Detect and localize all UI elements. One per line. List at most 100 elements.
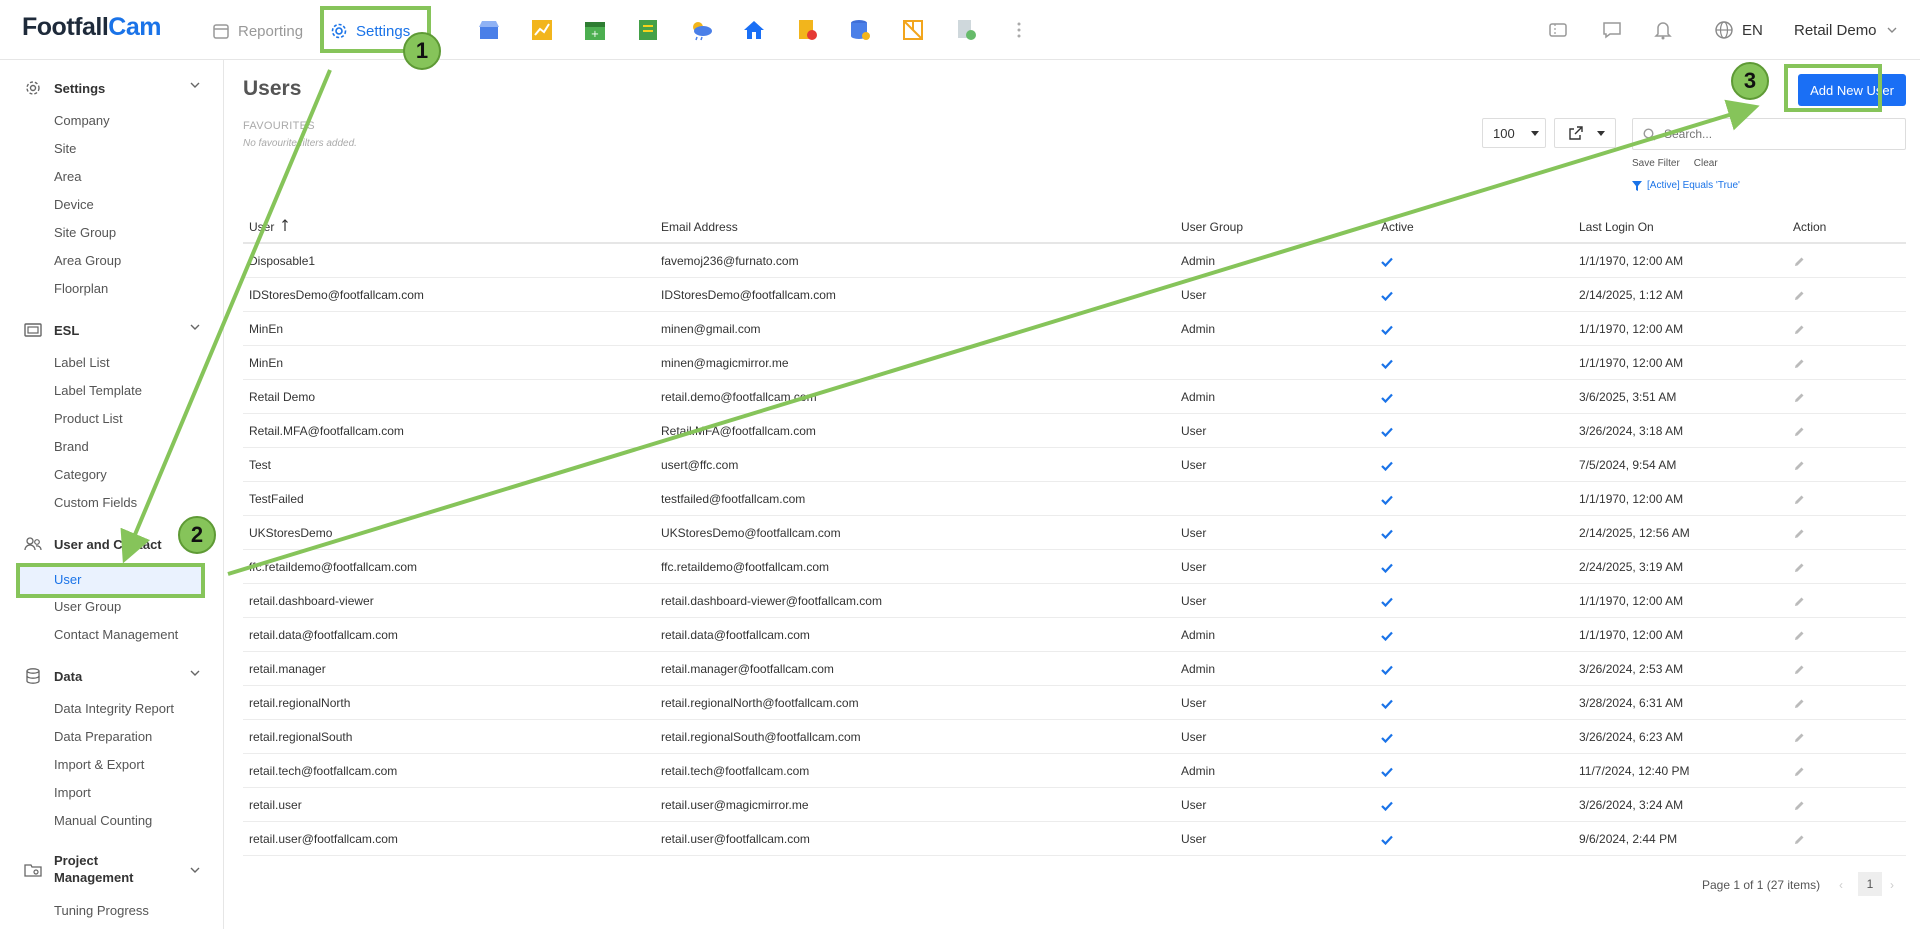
- edit-pencil-icon[interactable]: [1793, 584, 1805, 618]
- previous-page-icon[interactable]: ‹: [1839, 878, 1843, 892]
- sidebar-section-data[interactable]: Data: [24, 664, 200, 688]
- database-icon[interactable]: [845, 16, 875, 44]
- table-row[interactable]: IDStoresDemo@footfallcam.com IDStoresDemo…: [243, 278, 1906, 312]
- table-row[interactable]: retail.tech@footfallcam.com retail.tech@f…: [243, 754, 1906, 788]
- sidebar-section-esl[interactable]: ESL: [24, 318, 200, 342]
- edit-pencil-icon[interactable]: [1793, 448, 1805, 482]
- sidebar-section-user-and-contact[interactable]: User and Contact: [24, 532, 200, 556]
- edit-pencil-icon[interactable]: [1793, 686, 1805, 720]
- edit-pencil-icon[interactable]: [1793, 788, 1805, 822]
- sidebar-section-settings[interactable]: Settings: [24, 76, 200, 100]
- tab-settings[interactable]: Settings: [330, 18, 410, 44]
- sidebar-item-import[interactable]: Import: [54, 784, 91, 802]
- table-row[interactable]: retail.user@footfallcam.com retail.user@f…: [243, 822, 1906, 856]
- sidebar-item-company[interactable]: Company: [54, 112, 110, 130]
- edit-pencil-icon[interactable]: [1793, 652, 1805, 686]
- export-doc-icon[interactable]: [951, 16, 981, 44]
- edit-pencil-icon[interactable]: [1793, 278, 1805, 312]
- sidebar-item-user-group[interactable]: User Group: [54, 598, 121, 616]
- report-icon[interactable]: [633, 16, 663, 44]
- table-row[interactable]: retail.user retail.user@magicmirror.me Use…: [243, 788, 1906, 822]
- table-row[interactable]: retail.regionalSouth retail.regionalSouth…: [243, 720, 1906, 754]
- sidebar-item-data-integrity-report[interactable]: Data Integrity Report: [54, 700, 174, 718]
- edit-pencil-icon[interactable]: [1793, 822, 1805, 856]
- language-selector[interactable]: EN: [1714, 18, 1763, 42]
- active-filter-tag[interactable]: [Active] Equals 'True': [1632, 180, 1740, 191]
- page-size-select[interactable]: 100: [1482, 118, 1546, 148]
- edit-pencil-icon[interactable]: [1793, 244, 1805, 278]
- home-icon[interactable]: [739, 16, 769, 44]
- sidebar-item-product-list[interactable]: Product List: [54, 410, 123, 428]
- edit-pencil-icon[interactable]: [1793, 380, 1805, 414]
- save-filter-link[interactable]: Save Filter: [1632, 158, 1680, 169]
- edit-pencil-icon[interactable]: [1793, 346, 1805, 380]
- edit-pencil-icon[interactable]: [1793, 618, 1805, 652]
- tab-reporting[interactable]: Reporting: [212, 18, 303, 44]
- store-icon[interactable]: [474, 16, 504, 44]
- table-row[interactable]: retail.regionalNorth retail.regionalNorth…: [243, 686, 1906, 720]
- alert-doc-icon[interactable]: [792, 16, 822, 44]
- search-box[interactable]: [1632, 118, 1906, 150]
- column-header-user-group[interactable]: User Group: [1181, 210, 1243, 244]
- sidebar-section-project-management[interactable]: Project Management: [24, 852, 200, 888]
- sidebar-item-tuning-progress[interactable]: Tuning Progress: [54, 902, 149, 920]
- sidebar-item-label-list[interactable]: Label List: [54, 354, 110, 372]
- layout-icon[interactable]: [898, 16, 928, 44]
- ticket-icon[interactable]: [1548, 18, 1568, 42]
- sidebar-item-area[interactable]: Area: [54, 168, 81, 186]
- table-row[interactable]: Disposable1 favemoj236@furnato.com Admin 1/…: [243, 244, 1906, 278]
- sidebar-item-floorplan[interactable]: Floorplan: [54, 280, 108, 298]
- table-row[interactable]: MinEn minen@gmail.com Admin 1/1/1970, 12:00…: [243, 312, 1906, 346]
- sidebar-item-brand[interactable]: Brand: [54, 438, 89, 456]
- table-row[interactable]: TestFailed testfailed@footfallcam.com 1/1/…: [243, 482, 1906, 516]
- sidebar-item-contact-management[interactable]: Contact Management: [54, 626, 178, 644]
- table-row[interactable]: MinEn minen@magicmirror.me 1/1/1970, 12:00…: [243, 346, 1906, 380]
- export-button[interactable]: [1554, 118, 1616, 148]
- table-row[interactable]: UKStoresDemo UKStoresDemo@footfallcam.com…: [243, 516, 1906, 550]
- table-row[interactable]: Test usert@ffc.com User 7/5/2024, 9:54 AM: [243, 448, 1906, 482]
- footfallcam-logo[interactable]: FootfallCam: [22, 13, 161, 42]
- more-icon[interactable]: [1004, 16, 1034, 44]
- chart-icon[interactable]: [527, 16, 557, 44]
- column-header-user[interactable]: User: [249, 210, 288, 244]
- table-row[interactable]: ffc.retaildemo@footfallcam.com ffc.retail…: [243, 550, 1906, 584]
- next-page-icon[interactable]: ›: [1890, 878, 1894, 892]
- table-row[interactable]: retail.data@footfallcam.com retail.data@f…: [243, 618, 1906, 652]
- chat-icon[interactable]: [1602, 18, 1622, 42]
- sidebar-item-custom-fields[interactable]: Custom Fields: [54, 494, 137, 512]
- weather-icon[interactable]: [686, 16, 716, 44]
- column-header-email[interactable]: Email Address: [661, 210, 738, 244]
- add-new-user-button[interactable]: Add New User: [1798, 74, 1906, 106]
- edit-pencil-icon[interactable]: [1793, 482, 1805, 516]
- sidebar-item-category[interactable]: Category: [54, 466, 107, 484]
- sidebar-item-user[interactable]: User: [54, 571, 81, 589]
- edit-pencil-icon[interactable]: [1793, 312, 1805, 346]
- column-header-active[interactable]: Active: [1381, 210, 1414, 244]
- sidebar-item-device[interactable]: Device: [54, 196, 94, 214]
- user-menu[interactable]: Retail Demo: [1794, 18, 1897, 42]
- column-header-last-login[interactable]: Last Login On: [1579, 210, 1654, 244]
- edit-pencil-icon[interactable]: [1793, 550, 1805, 584]
- sidebar-item-label-template[interactable]: Label Template: [54, 382, 142, 400]
- calendar-plus-icon[interactable]: +: [580, 16, 610, 44]
- edit-pencil-icon[interactable]: [1793, 720, 1805, 754]
- table-row[interactable]: retail.dashboard-viewer retail.dashboard-…: [243, 584, 1906, 618]
- cell-user-group: User: [1181, 832, 1207, 846]
- sidebar-item-manual-counting[interactable]: Manual Counting: [54, 812, 152, 830]
- table-row[interactable]: Retail Demo retail.demo@footfallcam.com Ad…: [243, 380, 1906, 414]
- sidebar-item-area-group[interactable]: Area Group: [54, 252, 121, 270]
- sidebar-item-site-group[interactable]: Site Group: [54, 224, 116, 242]
- sidebar-item-data-preparation[interactable]: Data Preparation: [54, 728, 152, 746]
- table-row[interactable]: Retail.MFA@footfallcam.com Retail.MFA@foo…: [243, 414, 1906, 448]
- search-input[interactable]: [1664, 127, 1884, 141]
- sidebar-item-import-export[interactable]: Import & Export: [54, 756, 144, 774]
- clear-filter-link[interactable]: Clear: [1694, 158, 1718, 169]
- table-row[interactable]: retail.manager retail.manager@footfallcam…: [243, 652, 1906, 686]
- cell-user: MinEn: [249, 322, 284, 336]
- page-number-button[interactable]: 1: [1858, 872, 1882, 896]
- bell-icon[interactable]: [1654, 18, 1672, 42]
- edit-pencil-icon[interactable]: [1793, 414, 1805, 448]
- edit-pencil-icon[interactable]: [1793, 754, 1805, 788]
- edit-pencil-icon[interactable]: [1793, 516, 1805, 550]
- sidebar-item-site[interactable]: Site: [54, 140, 76, 158]
